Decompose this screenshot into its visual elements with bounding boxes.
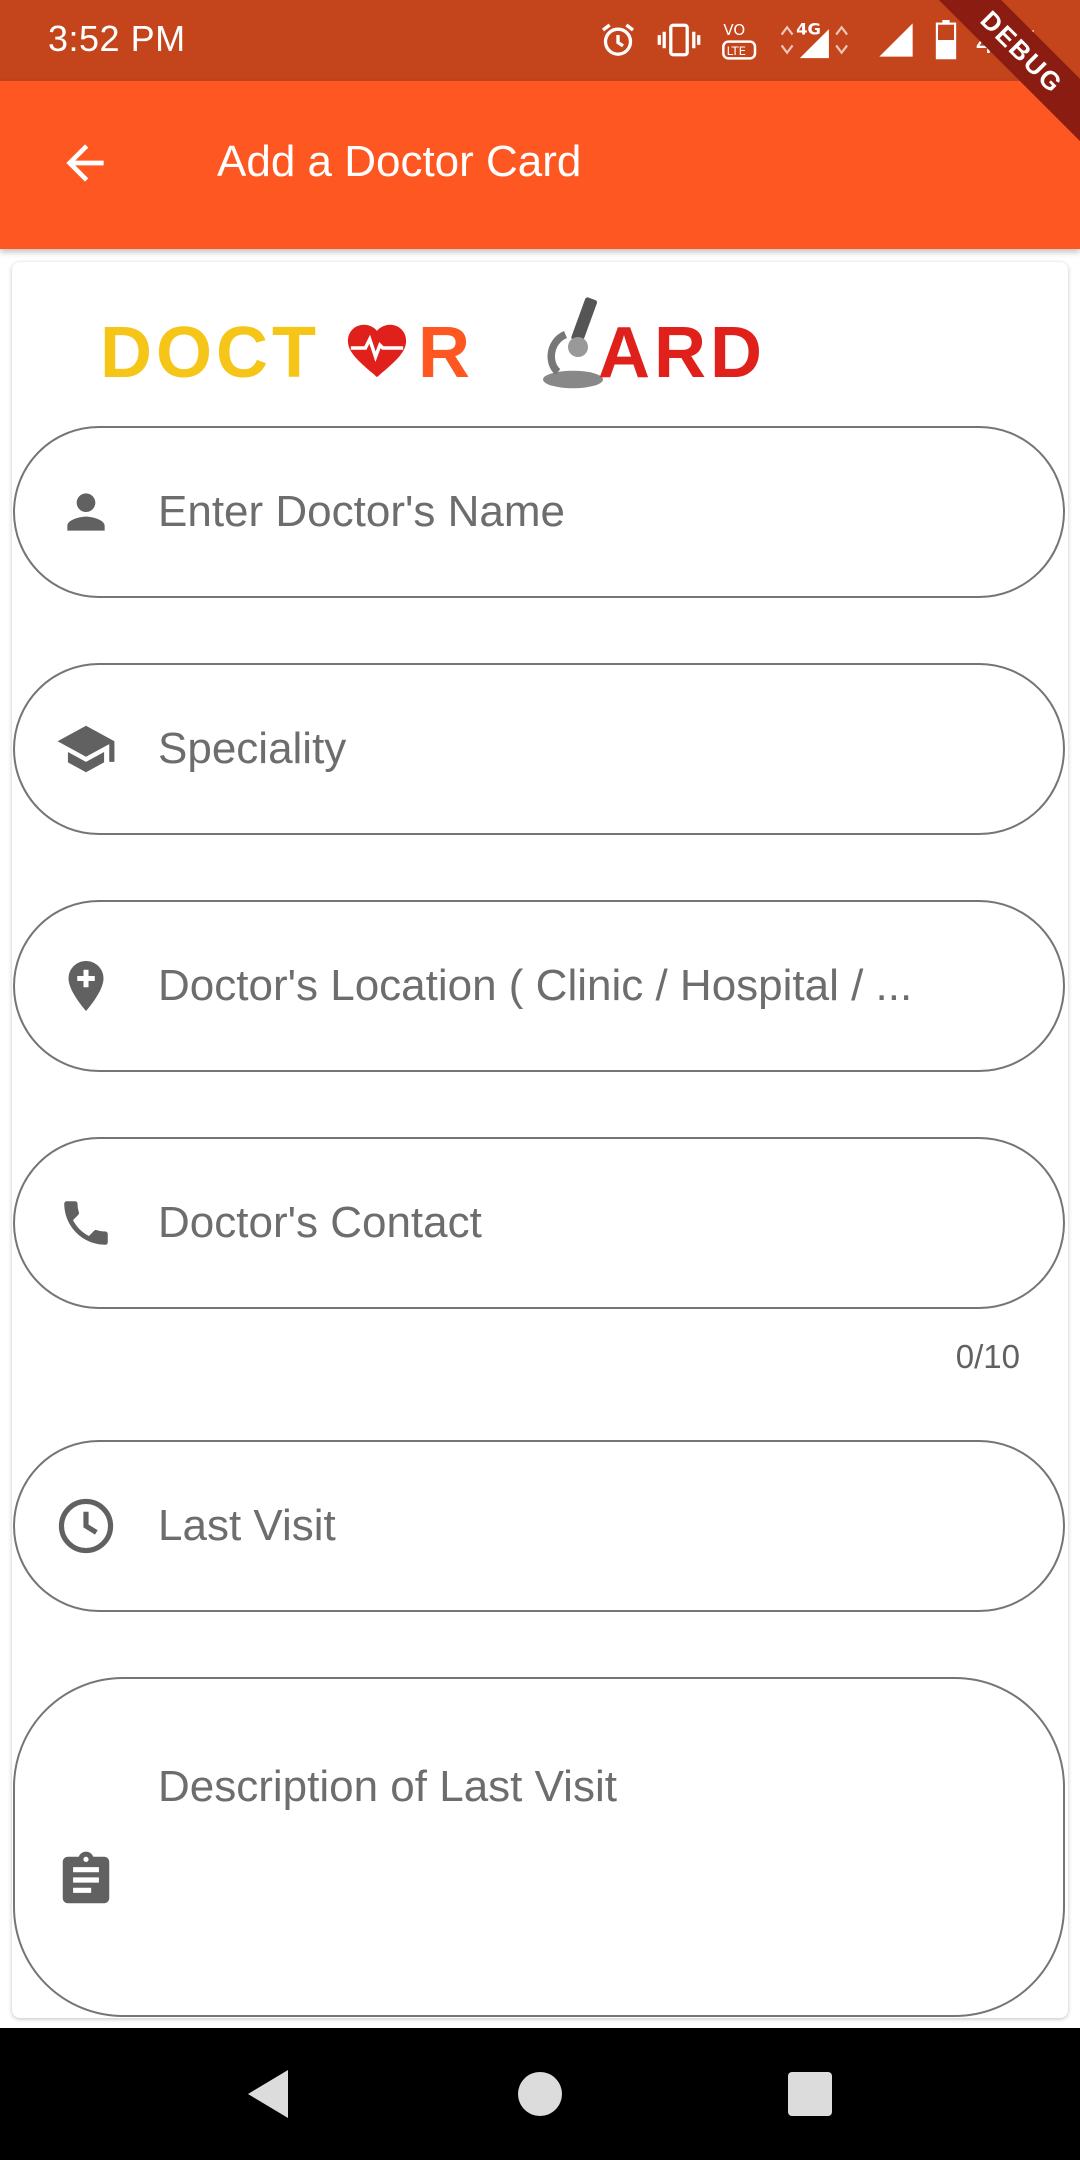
- speciality-placeholder: Speciality: [158, 724, 347, 773]
- heart-pulse-icon: [342, 316, 412, 385]
- last-visit-placeholder: Last Visit: [158, 1501, 336, 1550]
- page-title: Add a Doctor Card: [217, 137, 582, 186]
- svg-text:LTE: LTE: [727, 44, 746, 58]
- last-visit-field[interactable]: Last Visit: [13, 1440, 1065, 1612]
- arrow-back-icon: [57, 135, 113, 196]
- nav-back-icon[interactable]: [244, 2068, 292, 2125]
- signal-4g-icon: 4G: [778, 18, 858, 67]
- contact-char-counter: 0/10: [955, 1338, 1020, 1375]
- contact-placeholder: Doctor's Contact: [158, 1198, 482, 1247]
- doctor-card-logo: DOCT R ARD: [100, 292, 780, 393]
- person-icon: [53, 479, 119, 545]
- vibrate-icon: [656, 20, 702, 65]
- school-icon: [53, 716, 119, 782]
- app-bar: Add a Doctor Card: [0, 81, 1080, 249]
- description-placeholder: Description of Last Visit: [158, 1762, 617, 1811]
- battery-icon: [934, 19, 958, 65]
- phone-icon: [53, 1190, 119, 1256]
- speciality-field[interactable]: Speciality: [13, 663, 1065, 835]
- doctor-name-field[interactable]: Enter Doctor's Name: [13, 426, 1065, 598]
- volte-icon: VO LTE: [720, 18, 760, 67]
- location-placeholder: Doctor's Location ( Clinic / Hospital / …: [158, 961, 913, 1010]
- contact-field[interactable]: Doctor's Contact: [13, 1137, 1065, 1309]
- location-field[interactable]: Doctor's Location ( Clinic / Hospital / …: [13, 900, 1065, 1072]
- status-bar: 3:52 PM VOLTE 4G 47%: [0, 0, 1080, 81]
- location-plus-icon: [53, 953, 119, 1019]
- status-time: 3:52 PM: [48, 18, 186, 59]
- back-button[interactable]: [40, 125, 130, 205]
- form-card: DOCT R ARD Enter Doctor's Name Specialit…: [12, 262, 1068, 2018]
- nav-recents-icon[interactable]: [786, 2068, 834, 2125]
- logo-text-card: ARD: [598, 313, 766, 393]
- doctor-name-placeholder: Enter Doctor's Name: [158, 487, 565, 536]
- svg-text:4G: 4G: [796, 19, 821, 38]
- clock-icon: [53, 1493, 119, 1559]
- description-field[interactable]: Description of Last Visit: [13, 1677, 1065, 2017]
- nav-home-icon[interactable]: [516, 2068, 564, 2125]
- svg-text:VO: VO: [723, 21, 745, 39]
- alarm-icon: [598, 20, 638, 65]
- clipboard-icon: [53, 1847, 119, 1913]
- system-nav-bar: [0, 2028, 1080, 2160]
- signal-icon: [876, 20, 916, 65]
- logo-text-doct: DOCT: [100, 313, 320, 393]
- logo-text-r: R: [418, 313, 474, 393]
